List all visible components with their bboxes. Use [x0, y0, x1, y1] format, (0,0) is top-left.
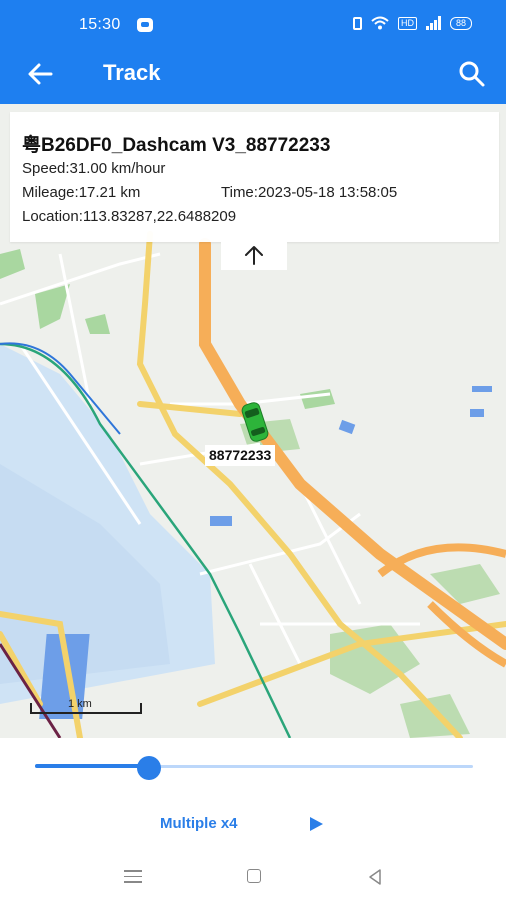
time-text: Time:2023-05-18 13:58:05 [221, 184, 398, 201]
scale-line [30, 703, 142, 714]
playback-speed-button[interactable]: Multiple x4 [160, 815, 238, 832]
hd-badge: HD [397, 16, 417, 30]
playback-slider[interactable] [35, 756, 473, 780]
play-icon [310, 817, 323, 831]
map-scale: 1 km [30, 698, 142, 714]
collapse-info-button[interactable] [221, 242, 287, 270]
vehicle-title: 粤B26DF0_Dashcam V3_88772233 [22, 135, 331, 156]
vehicle-label: 88772233 [205, 445, 276, 466]
message-icon [137, 18, 153, 32]
back-button[interactable] [26, 60, 56, 88]
wifi-icon [371, 16, 389, 30]
speed-text: Speed:31.00 km/hour [22, 160, 166, 177]
location-text: Location:113.83287,22.6488209 [22, 208, 237, 225]
mileage-text: Mileage:17.21 km [22, 184, 141, 201]
vibrate-icon [352, 16, 362, 30]
slider-fill [35, 764, 149, 768]
playback-controls: Multiple x4 [0, 738, 506, 852]
app-bar: 15:30 HD 88 Track [0, 0, 506, 104]
status-time: 15:30 [79, 16, 121, 33]
search-icon [459, 61, 485, 87]
triangle-back-icon[interactable] [366, 868, 384, 886]
vehicle-info-card: 粤B26DF0_Dashcam V3_88772233 Speed:31.00 … [10, 112, 499, 242]
arrow-left-icon [28, 63, 53, 85]
menu-icon[interactable] [124, 870, 142, 883]
home-icon[interactable] [247, 869, 261, 883]
status-icons: HD 88 [352, 16, 472, 30]
system-nav-bar [0, 852, 506, 900]
battery-icon: 88 [449, 16, 472, 30]
slider-thumb[interactable] [137, 756, 161, 780]
car-icon[interactable] [238, 399, 272, 445]
page-title: Track [103, 60, 161, 85]
search-button[interactable] [458, 60, 486, 88]
play-button[interactable] [307, 815, 325, 833]
arrow-up-icon [245, 246, 263, 265]
signal-icon [425, 16, 441, 30]
